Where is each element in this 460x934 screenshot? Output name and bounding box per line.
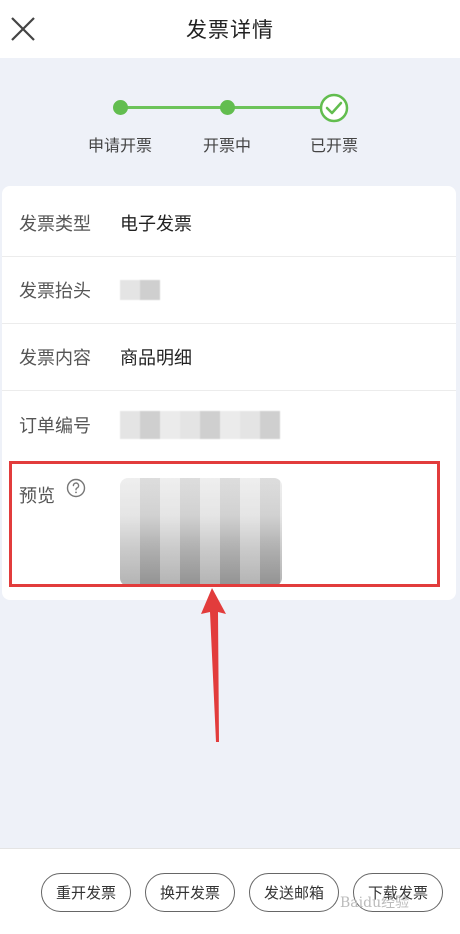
step-label-processing: 开票中 bbox=[202, 136, 251, 155]
send-email-button[interactable]: 发送邮箱 bbox=[249, 873, 339, 912]
row-invoice-title: 发票抬头 bbox=[2, 257, 456, 324]
invoice-title-label: 发票抬头 bbox=[19, 281, 91, 302]
order-number-redacted bbox=[120, 410, 280, 439]
invoice-type-label: 发票类型 bbox=[19, 214, 91, 235]
preview-highlight-box bbox=[9, 461, 440, 587]
row-invoice-content: 发票内容 商品明细 bbox=[2, 324, 456, 391]
step-dot-applied bbox=[113, 100, 128, 115]
reissue-invoice-button[interactable]: 重开发票 bbox=[41, 873, 131, 912]
annotation-arrow-icon bbox=[196, 586, 236, 744]
order-number-label: 订单编号 bbox=[19, 415, 91, 437]
invoice-progress-stepper: 申请开票 开票中 已开票 bbox=[0, 58, 460, 186]
progress-line-1 bbox=[120, 106, 230, 109]
step-label-applied: 申请开票 bbox=[87, 136, 152, 155]
exchange-invoice-button[interactable]: 换开发票 bbox=[145, 873, 235, 912]
step-label-issued: 已开票 bbox=[309, 136, 358, 155]
step-check-icon bbox=[319, 93, 349, 123]
step-dot-processing bbox=[220, 100, 235, 115]
row-order-number: 订单编号 bbox=[2, 391, 456, 458]
row-invoice-type: 发票类型 电子发票 bbox=[2, 190, 456, 257]
page-title: 发票详情 bbox=[186, 18, 274, 42]
watermark: Baidu经验 bbox=[340, 895, 410, 911]
invoice-title-redacted bbox=[120, 280, 160, 300]
close-icon[interactable] bbox=[6, 12, 40, 46]
top-bar: 发票详情 bbox=[0, 0, 460, 58]
progress-line-2 bbox=[228, 106, 322, 109]
bottom-action-bar: 重开发票 换开发票 发送邮箱 下载发票 bbox=[0, 848, 460, 934]
invoice-content-value: 商品明细 bbox=[120, 348, 192, 369]
invoice-content-label: 发票内容 bbox=[19, 348, 91, 369]
invoice-type-value: 电子发票 bbox=[120, 214, 192, 235]
